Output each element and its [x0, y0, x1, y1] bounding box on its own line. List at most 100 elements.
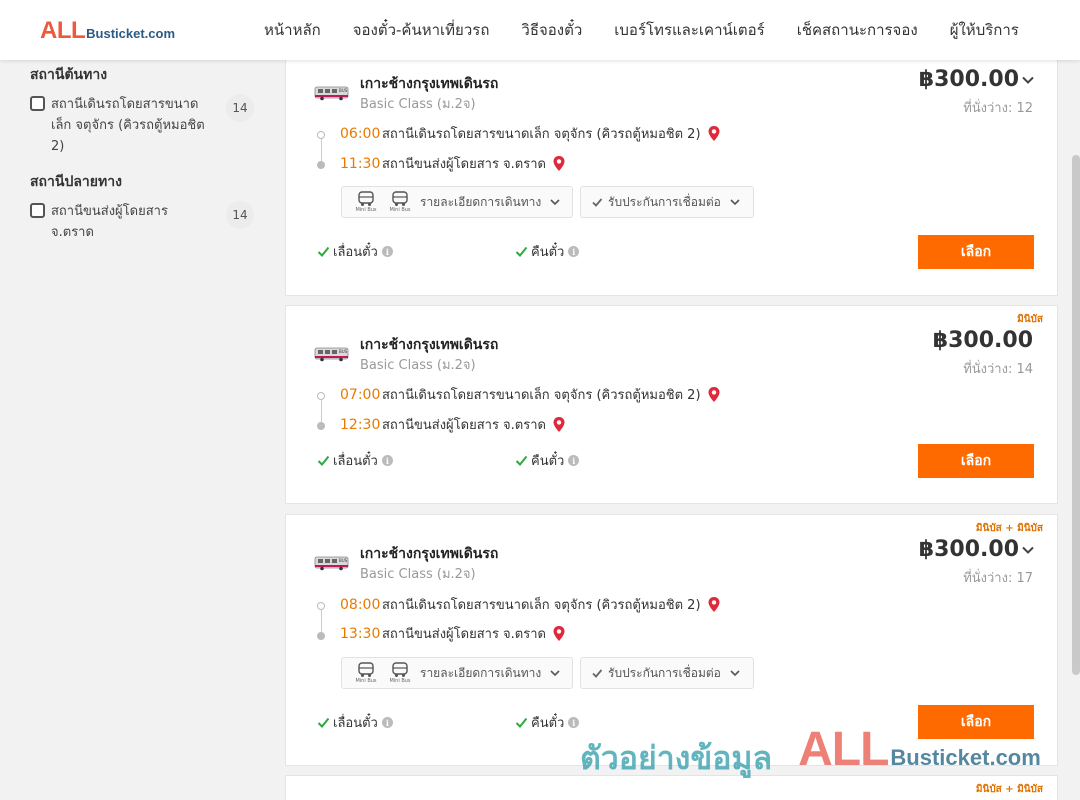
departure-time: 08:00	[340, 596, 381, 613]
arrival-time: 12:30	[340, 416, 381, 433]
seats-available: ที่นั่งว่าง: 12	[963, 101, 1033, 116]
nav-contact-counters[interactable]: เบอร์โทรและเคาน์เตอร์	[598, 18, 780, 42]
map-pin-icon[interactable]	[707, 125, 721, 142]
arrival-stop: 12:30 สถานีขนส่งผู้โดยสาร จ.ตราด	[340, 414, 566, 435]
check-icon	[515, 455, 528, 466]
connection-guarantee-label: รับประกันการเชื่อมต่อ	[608, 194, 721, 209]
operator-bus-logo: BUS	[314, 347, 349, 362]
svg-text:BUS: BUS	[339, 349, 348, 354]
nav-how-to-book[interactable]: วิธีจองตั๋ว	[505, 18, 598, 42]
trip-card: มินิบัส + มินิบัส BUS เกาะช้างกรุงเทพเดิ…	[285, 514, 1058, 766]
check-icon	[592, 198, 603, 207]
price-toggle[interactable]: ฿300.00	[919, 67, 1035, 92]
reschedule-label: เลื่อนตั๋ว	[333, 716, 378, 731]
map-pin-icon[interactable]	[552, 155, 566, 172]
connection-guarantee-dropdown[interactable]: รับประกันการเชื่อมต่อ	[580, 186, 754, 218]
refund-feature: คืนตั๋ว i	[515, 712, 580, 733]
refund-feature: คืนตั๋ว i	[515, 450, 580, 471]
map-pin-icon[interactable]	[707, 596, 721, 613]
mini-bus-icon: Mini Bus	[386, 662, 414, 684]
bus-class: Basic Class (ม.2จ)	[360, 97, 476, 112]
info-icon[interactable]: i	[381, 246, 393, 257]
check-icon	[592, 669, 603, 678]
trip-price: ฿300.00	[932, 328, 1033, 353]
check-icon	[515, 246, 528, 257]
info-icon[interactable]: i	[381, 717, 393, 728]
chevron-down-icon	[1022, 76, 1034, 84]
svg-text:BUS: BUS	[339, 88, 348, 93]
reschedule-feature: เลื่อนตั๋ว i	[317, 450, 393, 471]
origin-filter-title: สถานีต้นทาง	[30, 67, 108, 83]
trip-price: ฿300.00	[918, 537, 1019, 562]
info-icon[interactable]: i	[568, 455, 580, 466]
price-toggle[interactable]: ฿300.00	[919, 537, 1035, 562]
trip-details-label: รายละเอียดการเดินทาง	[420, 194, 542, 209]
chevron-down-icon	[550, 670, 560, 677]
vehicle-type-tag: มินิบัส + มินิบัส	[975, 784, 1043, 795]
info-icon[interactable]: i	[568, 246, 580, 257]
chevron-down-icon	[730, 670, 740, 677]
departure-stop: 08:00 สถานีเดินรถโดยสารขนาดเล็ก จตุจักร …	[340, 594, 721, 615]
mini-bus-icon-label: Mini Bus	[355, 207, 377, 213]
bus-class: Basic Class (ม.2จ)	[360, 567, 476, 582]
top-header: ALL Busticket.com หน้าหลัก จองตั๋ว-ค้นหา…	[0, 0, 1080, 60]
origin-option-label: สถานีเดินรถโดยสารขนาดเล็ก จตุจักร (คิวรถ…	[51, 97, 205, 154]
origin-filter-option[interactable]: สถานีเดินรถโดยสารขนาดเล็ก จตุจักร (คิวรถ…	[30, 94, 260, 157]
vehicle-type-tag: มินิบัส	[1017, 314, 1043, 325]
destination-option-count: 14	[226, 201, 254, 229]
arrival-station: สถานีขนส่งผู้โดยสาร จ.ตราด	[382, 627, 546, 642]
nav-home[interactable]: หน้าหลัก	[248, 18, 337, 42]
filter-sidebar: สถานีต้นทาง สถานีเดินรถโดยสารขนาดเล็ก จต…	[30, 60, 260, 253]
page-scrollbar-thumb[interactable]	[1072, 155, 1080, 675]
reschedule-label: เลื่อนตั๋ว	[333, 454, 378, 469]
price-display: ฿300.00	[933, 328, 1033, 353]
vehicle-type-tag: มินิบัส + มินิบัส	[975, 523, 1043, 534]
svg-text:BUS: BUS	[339, 558, 348, 563]
select-trip-button[interactable]: เลือก	[918, 235, 1034, 269]
map-pin-icon[interactable]	[707, 386, 721, 403]
nav-book-search[interactable]: จองตั๋ว-ค้นหาเที่ยวรถ	[337, 18, 506, 42]
departure-stop: 06:00 สถานีเดินรถโดยสารขนาดเล็ก จตุจักร …	[340, 123, 721, 144]
trip-details-label: รายละเอียดการเดินทาง	[420, 665, 542, 680]
select-trip-button[interactable]: เลือก	[918, 705, 1034, 739]
check-icon	[317, 246, 330, 257]
trip-card: มินิบัส BUS เกาะช้างกรุงเทพเดินรถ Basic …	[285, 305, 1058, 504]
bus-class: Basic Class (ม.2จ)	[360, 358, 476, 373]
seats-available: ที่นั่งว่าง: 14	[963, 362, 1033, 377]
chevron-down-icon	[550, 199, 560, 206]
info-icon[interactable]: i	[568, 717, 580, 728]
departure-time: 06:00	[340, 125, 381, 142]
departure-time: 07:00	[340, 386, 381, 403]
nav-check-booking[interactable]: เช็คสถานะการจอง	[781, 18, 934, 42]
site-logo[interactable]: ALL Busticket.com	[40, 19, 175, 43]
mini-bus-icon: Mini Bus	[352, 662, 380, 684]
nav-operators[interactable]: ผู้ให้บริการ	[934, 18, 1035, 42]
destination-filter-option[interactable]: สถานีขนส่งผู้โดยสาร จ.ตราด 14	[30, 201, 260, 243]
check-icon	[317, 717, 330, 728]
trip-details-dropdown[interactable]: Mini Bus Mini Bus รายละเอียดการเดินทาง	[341, 657, 573, 689]
destination-checkbox[interactable]	[30, 203, 45, 218]
connection-guarantee-label: รับประกันการเชื่อมต่อ	[608, 665, 721, 680]
trip-details-dropdown[interactable]: Mini Bus Mini Bus รายละเอียดการเดินทาง	[341, 186, 573, 218]
mini-bus-icon-label: Mini Bus	[355, 678, 377, 684]
connection-guarantee-dropdown[interactable]: รับประกันการเชื่อมต่อ	[580, 657, 754, 689]
mini-bus-icon-label: Mini Bus	[389, 678, 411, 684]
arrival-station: สถานีขนส่งผู้โดยสาร จ.ตราด	[382, 157, 546, 172]
operator-bus-logo: BUS	[314, 86, 349, 101]
destination-option-label: สถานีขนส่งผู้โดยสาร จ.ตราด	[51, 204, 168, 240]
refund-label: คืนตั๋ว	[531, 716, 565, 731]
reschedule-label: เลื่อนตั๋ว	[333, 245, 378, 260]
select-trip-button[interactable]: เลือก	[918, 444, 1034, 478]
check-icon	[317, 455, 330, 466]
map-pin-icon[interactable]	[552, 625, 566, 642]
departure-stop: 07:00 สถานีเดินรถโดยสารขนาดเล็ก จตุจักร …	[340, 384, 721, 405]
map-pin-icon[interactable]	[552, 416, 566, 433]
arrival-station: สถานีขนส่งผู้โดยสาร จ.ตราด	[382, 418, 546, 433]
trip-card: BUS เกาะช้างกรุงเทพเดินรถ Basic Class (ม…	[285, 58, 1058, 296]
origin-checkbox[interactable]	[30, 96, 45, 111]
arrival-time: 13:30	[340, 625, 381, 642]
departure-station: สถานีเดินรถโดยสารขนาดเล็ก จตุจักร (คิวรถ…	[382, 388, 701, 403]
info-icon[interactable]: i	[381, 455, 393, 466]
departure-station: สถานีเดินรถโดยสารขนาดเล็ก จตุจักร (คิวรถ…	[382, 598, 701, 613]
operator-name: เกาะช้างกรุงเทพเดินรถ	[360, 76, 499, 92]
